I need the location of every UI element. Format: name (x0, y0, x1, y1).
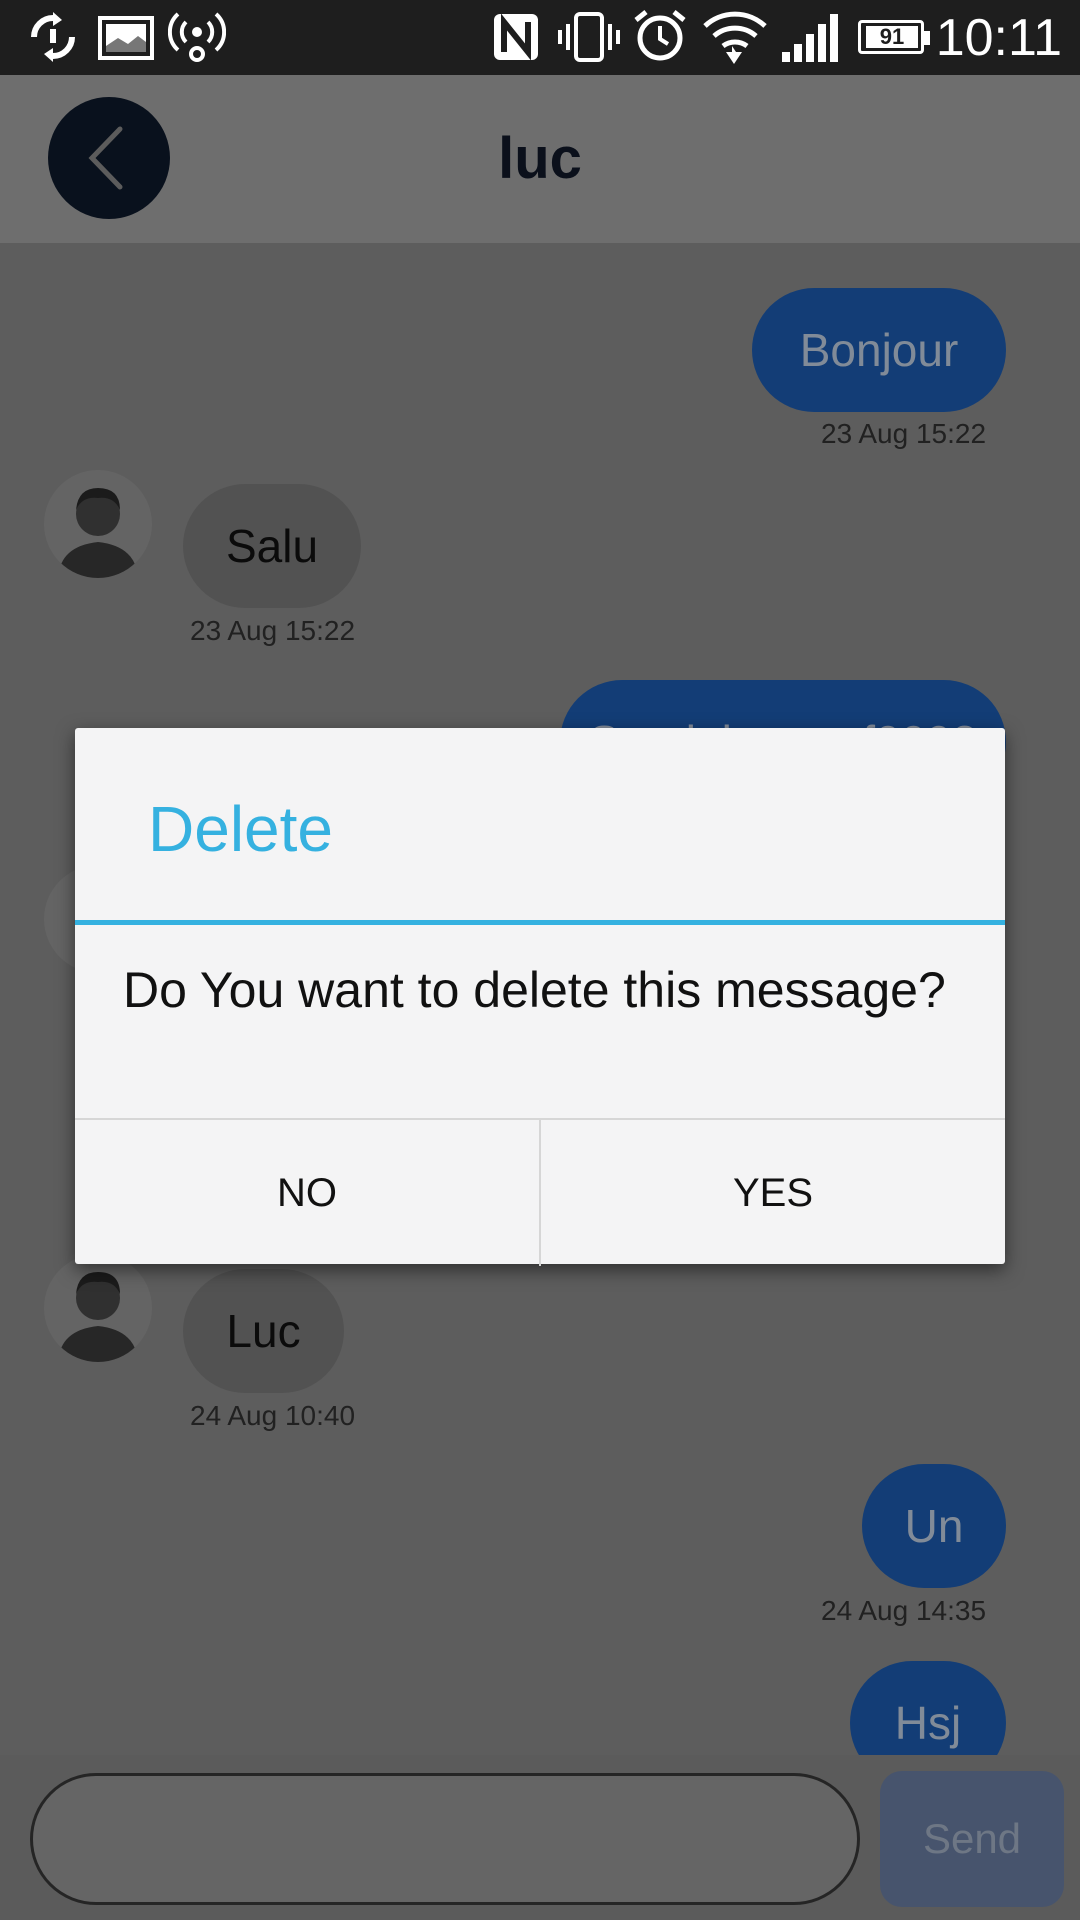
signal-icon (782, 14, 838, 62)
status-bar: 91 10:11 (0, 0, 1080, 75)
hotspot-icon (168, 12, 226, 62)
image-notification-icon (98, 16, 154, 60)
status-clock: 10:11 (935, 9, 1062, 67)
delete-dialog: Delete Do You want to delete this messag… (75, 728, 1005, 1266)
nfc-icon (494, 13, 538, 61)
dialog-title: Delete (148, 793, 333, 865)
sync-icon (31, 12, 75, 62)
battery-icon: 91 (858, 20, 930, 54)
battery-level: 91 (866, 26, 918, 48)
vibrate-icon (558, 12, 620, 62)
dialog-title-divider (75, 920, 1005, 925)
wifi-icon (703, 11, 767, 64)
dialog-message: Do You want to delete this message? (123, 962, 946, 1018)
dialog-button-row: NO YES (75, 1118, 1005, 1266)
no-button[interactable]: NO (75, 1120, 539, 1266)
alarm-icon (634, 10, 686, 61)
yes-button[interactable]: YES (541, 1120, 1005, 1266)
